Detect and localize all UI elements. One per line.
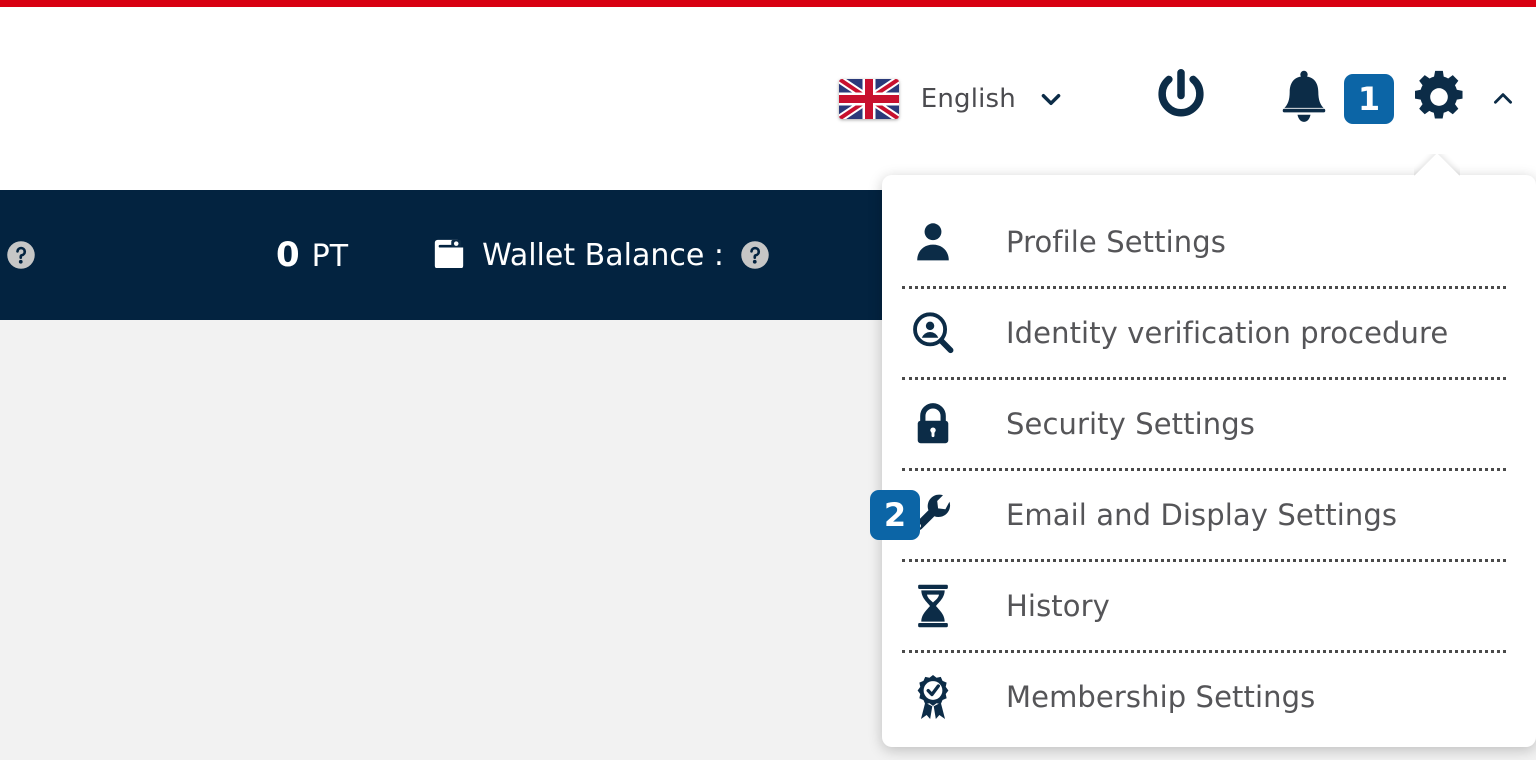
menu-item-label: Profile Settings bbox=[1006, 225, 1226, 259]
chevron-up-icon[interactable] bbox=[1490, 86, 1516, 112]
menu-item-identity-verification[interactable]: Identity verification procedure bbox=[902, 289, 1516, 377]
menu-item-label: Security Settings bbox=[1006, 407, 1255, 441]
notification-count-badge[interactable]: 1 bbox=[1344, 73, 1394, 124]
dropdown-caret bbox=[1414, 154, 1460, 176]
notifications-button[interactable] bbox=[1278, 67, 1330, 131]
menu-item-email-display-settings[interactable]: 2 Email and Display Settings bbox=[870, 471, 1516, 559]
language-label: English bbox=[920, 83, 1016, 114]
help-circle-icon[interactable] bbox=[740, 240, 770, 270]
settings-button[interactable] bbox=[1410, 68, 1468, 130]
menu-item-profile-settings[interactable]: Profile Settings bbox=[902, 198, 1516, 286]
power-button[interactable] bbox=[1150, 64, 1212, 134]
menu-item-label: Membership Settings bbox=[1006, 680, 1316, 714]
settings-dropdown-menu: Profile Settings Identity verification p… bbox=[870, 175, 1536, 747]
wallet-icon bbox=[432, 238, 466, 272]
wallet-balance-label: Wallet Balance : bbox=[482, 237, 724, 273]
hourglass-icon bbox=[908, 581, 958, 631]
page-header: English 1 bbox=[0, 7, 1536, 190]
gear-icon bbox=[1410, 68, 1468, 130]
menu-item-label: History bbox=[1006, 589, 1110, 623]
points-balance: 0 PT bbox=[276, 235, 348, 275]
wallet-balance: Wallet Balance : bbox=[432, 238, 770, 273]
help-circle-icon[interactable] bbox=[6, 240, 36, 270]
bell-icon bbox=[1278, 67, 1330, 131]
identity-search-icon bbox=[908, 308, 958, 358]
language-selector[interactable]: English bbox=[838, 78, 1064, 119]
menu-item-security-settings[interactable]: Security Settings bbox=[902, 380, 1516, 468]
settings-menu-list: Profile Settings Identity verification p… bbox=[870, 198, 1516, 741]
menu-item-membership-settings[interactable]: Membership Settings bbox=[902, 653, 1516, 741]
chevron-down-icon[interactable] bbox=[1038, 86, 1064, 112]
power-icon bbox=[1150, 64, 1212, 134]
menu-item-label: Identity verification procedure bbox=[1006, 316, 1449, 350]
points-unit: PT bbox=[311, 239, 349, 274]
lock-icon bbox=[908, 399, 958, 449]
menu-item-history[interactable]: History bbox=[902, 562, 1516, 650]
award-ribbon-icon bbox=[908, 672, 958, 722]
user-icon bbox=[908, 217, 958, 267]
uk-flag-icon bbox=[838, 78, 899, 119]
menu-item-label: Email and Display Settings bbox=[1006, 498, 1398, 532]
top-accent-strip bbox=[0, 0, 1536, 7]
app-root: English 1 0 PT Wallet Balance: Profile … bbox=[0, 0, 1536, 760]
points-value: 0 bbox=[276, 235, 300, 275]
step-badge: 2 bbox=[870, 490, 920, 540]
